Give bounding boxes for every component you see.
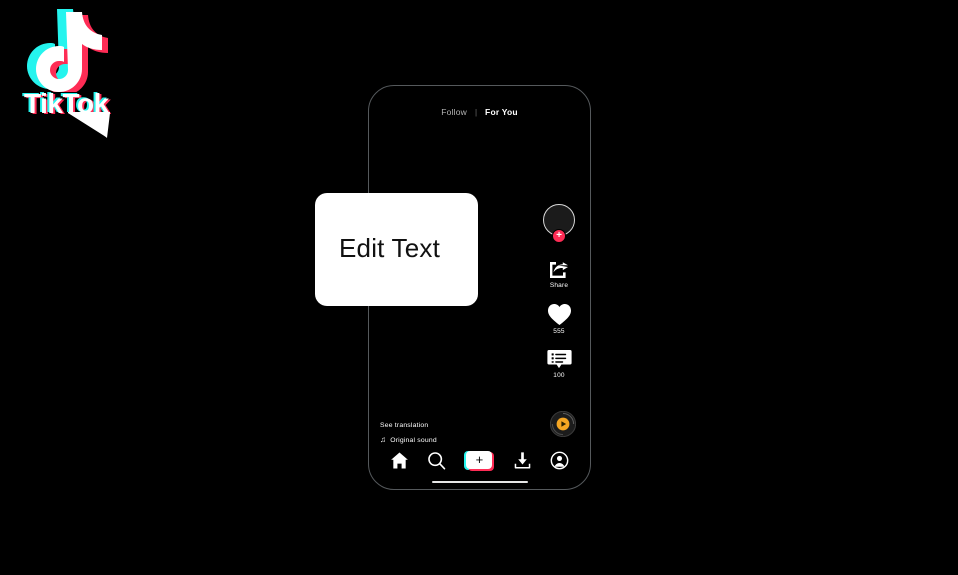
rail-item-comment[interactable]: 100	[546, 349, 572, 379]
action-rail: + Share 555 100	[536, 204, 582, 393]
home-indicator	[431, 481, 528, 483]
avatar-wrap[interactable]: +	[542, 204, 576, 244]
edit-text-callout[interactable]: Edit Text	[315, 193, 478, 306]
home-icon[interactable]	[390, 451, 409, 470]
rail-item-like[interactable]: 555	[547, 303, 572, 335]
rail-label-share: Share	[549, 282, 569, 289]
video-caption: See translation ♫ Original sound	[380, 422, 437, 444]
edit-text-label: Edit Text	[339, 233, 441, 263]
bottom-navbar: +	[369, 445, 590, 475]
create-button[interactable]: +	[464, 450, 495, 471]
callout-tail	[68, 112, 110, 138]
heart-icon[interactable]	[547, 303, 572, 326]
sound-row[interactable]: ♫ Original sound	[380, 436, 437, 444]
screenshot-canvas: TikTok Follow | For You + Share 555 100 …	[0, 0, 958, 575]
plus-icon: +	[475, 451, 484, 467]
tab-for-you[interactable]: For You	[485, 107, 518, 117]
sound-label: Original sound	[390, 436, 437, 444]
comment-list-icon[interactable]	[546, 349, 572, 370]
search-icon[interactable]	[427, 451, 446, 470]
see-translation-link[interactable]: See translation	[380, 422, 437, 429]
plus-badge-glyph: +	[556, 229, 562, 241]
tiktok-note-logo-icon	[27, 9, 108, 92]
create-white-face[interactable]: +	[466, 450, 493, 469]
rail-label-like-count: 555	[553, 328, 565, 335]
tab-divider: |	[474, 107, 478, 117]
rail-item-share[interactable]: Share	[547, 258, 571, 289]
rail-label-comment-count: 100	[553, 372, 565, 379]
person-circle-icon[interactable]	[550, 451, 569, 470]
music-note-icon: ♫	[380, 435, 387, 444]
share-arrow-icon[interactable]	[547, 258, 571, 280]
download-tray-icon[interactable]	[513, 451, 532, 470]
plus-badge-icon[interactable]: +	[552, 229, 566, 243]
tiktok-logo: TikTok	[14, 8, 144, 120]
feed-tabs: Follow | For You	[369, 107, 590, 117]
vinyl-record-icon[interactable]	[550, 411, 576, 437]
rail-item-profile[interactable]: +	[542, 204, 576, 244]
tab-follow[interactable]: Follow	[441, 107, 467, 117]
